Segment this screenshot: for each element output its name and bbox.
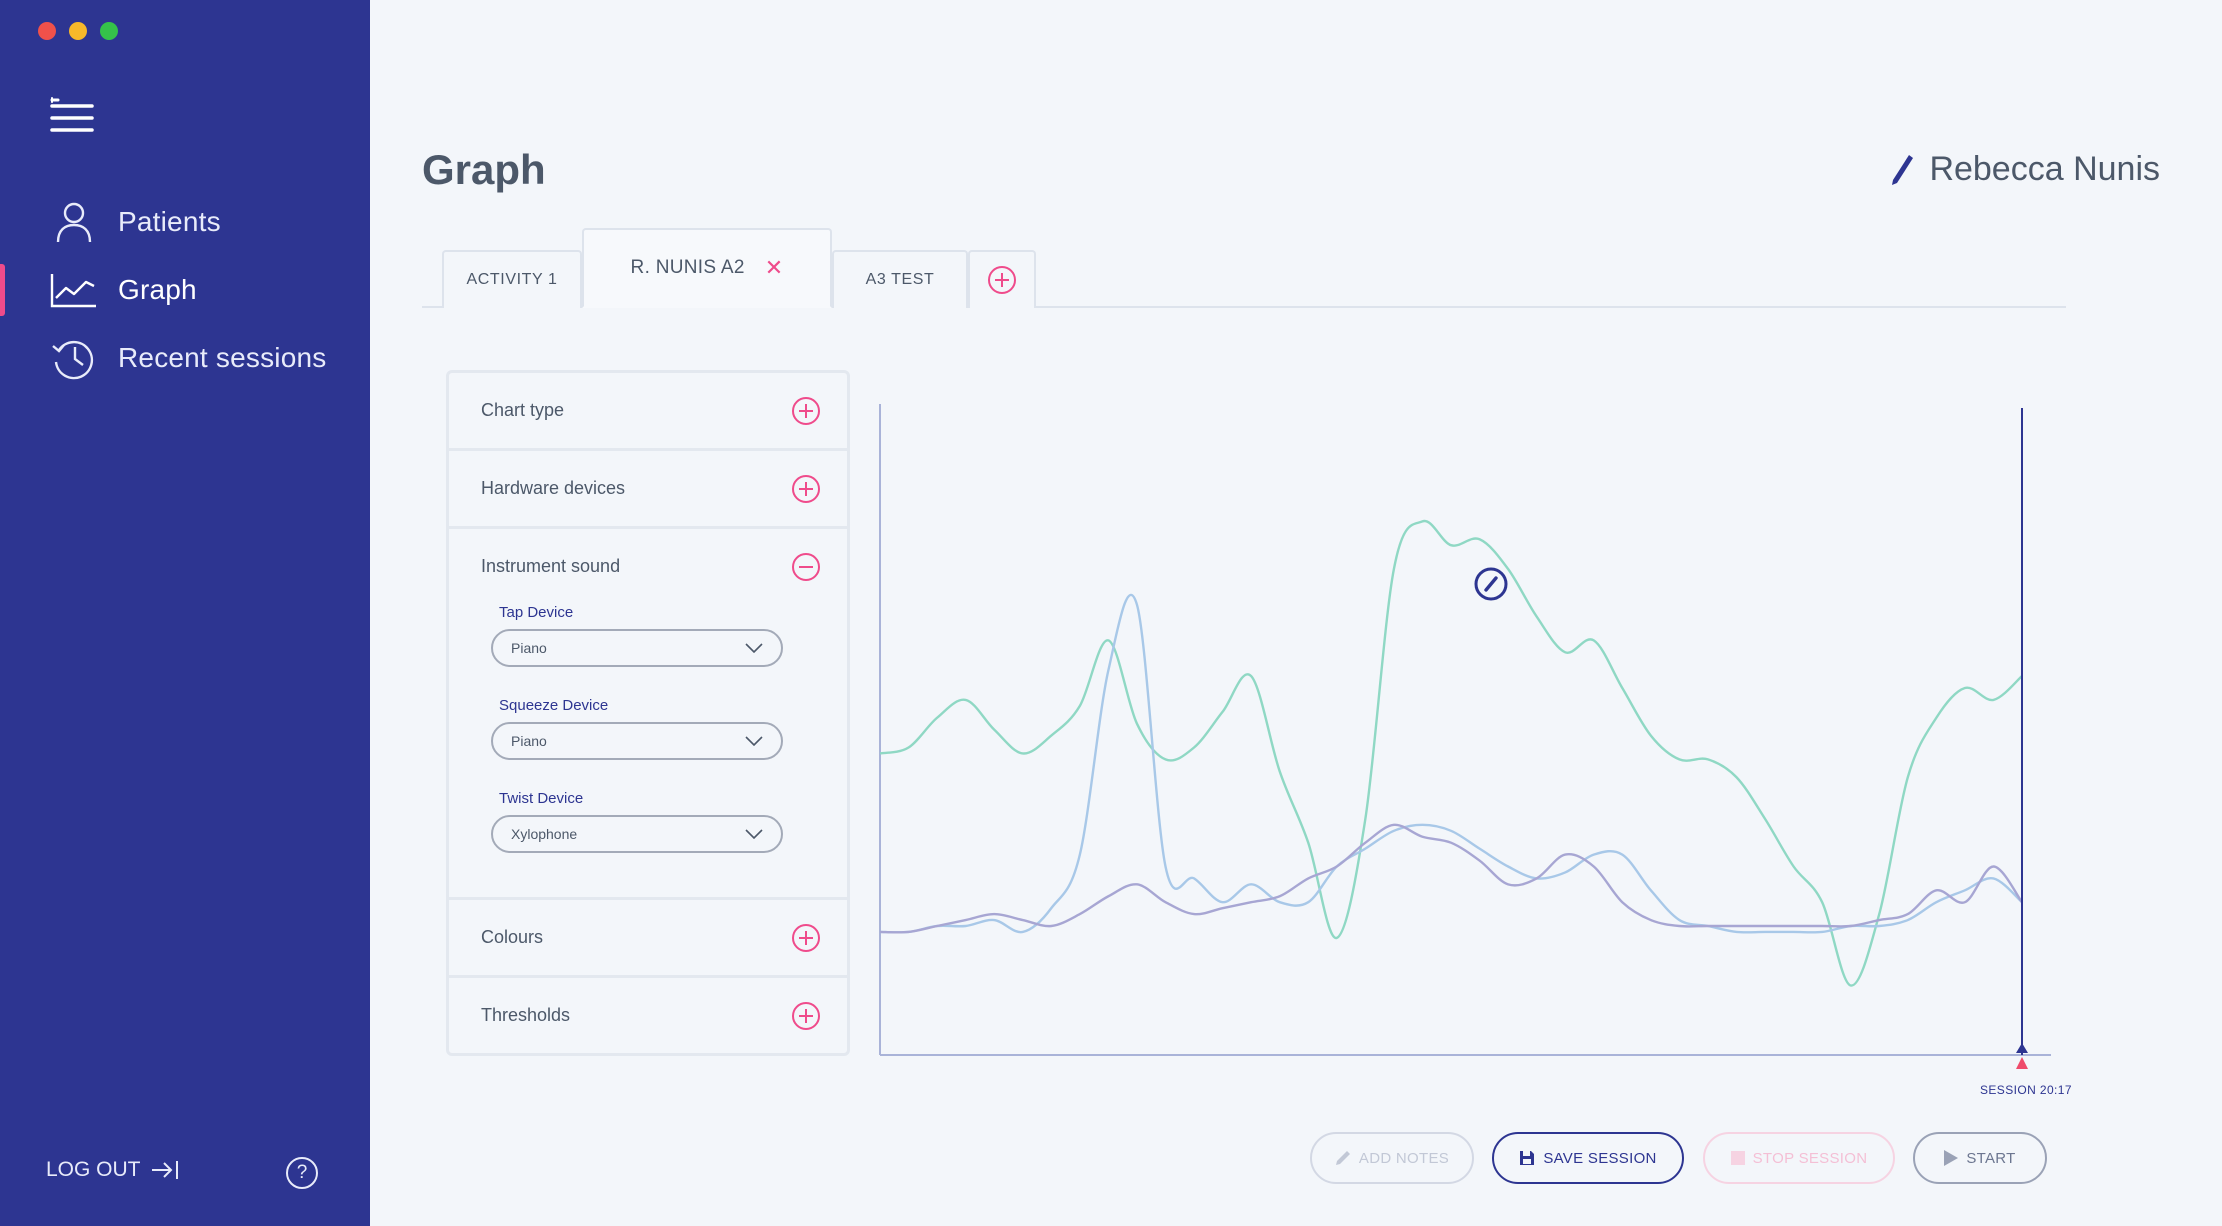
accordion-colours: Colours [449, 900, 847, 978]
accordion-instrument-sound: Instrument sound Tap Device Piano Squeez… [449, 529, 847, 900]
user-profile[interactable]: Rebecca Nunis [1889, 150, 2160, 189]
accordion-title: Colours [481, 927, 544, 947]
tab-label: ACTIVITY 1 [466, 271, 558, 288]
cursor-top-marker [2016, 1043, 2028, 1053]
series-line-3 [879, 823, 2023, 934]
twist-device-field: Twist Device Xylophone [449, 790, 847, 853]
person-icon [50, 200, 98, 244]
add-notes-button[interactable]: ADD NOTES [1310, 1132, 1474, 1184]
squeeze-device-field: Squeeze Device Piano [449, 697, 847, 760]
accordion-title: Hardware devices [481, 478, 626, 498]
stop-session-button[interactable]: STOP SESSION [1703, 1132, 1895, 1184]
tab-activity-1[interactable]: ACTIVITY 1 [442, 250, 582, 308]
play-icon [1944, 1150, 1959, 1166]
sidebar-item-graph[interactable]: Graph [0, 256, 370, 324]
twist-device-select[interactable]: Xylophone [491, 815, 783, 853]
tap-device-select[interactable]: Piano [491, 629, 783, 667]
button-label: ADD NOTES [1358, 1149, 1450, 1167]
tab-a3-test[interactable]: A3 TEST [832, 250, 968, 308]
button-label: SAVE SESSION [1543, 1149, 1657, 1167]
help-icon: ? [296, 1162, 308, 1183]
close-window-button[interactable] [38, 22, 56, 40]
menu-icon[interactable] [48, 96, 96, 138]
cursor-bottom-marker [2016, 1057, 2028, 1069]
accordion-title: Chart type [481, 400, 565, 420]
help-button[interactable]: ? [286, 1157, 318, 1189]
accordion-header[interactable]: Hardware devices [449, 451, 847, 526]
accordion-header[interactable]: Thresholds [449, 978, 847, 1053]
tab-label: A3 TEST [865, 271, 935, 288]
collapse-minus-icon[interactable] [791, 552, 821, 582]
page-title: Graph [422, 146, 546, 193]
session-time-label: SESSION 20:17 [1980, 1083, 2072, 1097]
tab-r-nunis-a2[interactable]: R. NUNIS A2 ✕ [582, 228, 832, 308]
field-label: Squeeze Device [499, 697, 609, 714]
expand-plus-icon[interactable] [791, 1001, 821, 1031]
select-value: Piano [511, 733, 547, 749]
chevron-down-icon [745, 643, 763, 653]
logout-icon [151, 1161, 178, 1179]
button-label: START [1966, 1149, 2016, 1167]
chevron-down-icon [745, 829, 763, 839]
button-label: STOP SESSION [1752, 1149, 1868, 1167]
pencil-icon [1892, 154, 1914, 185]
sidebar: Patients Graph Recent sessions LOG OUT ? [0, 0, 370, 1226]
sidebar-nav: Patients Graph Recent sessions [0, 188, 370, 392]
save-icon [1520, 1151, 1535, 1165]
expand-plus-icon[interactable] [791, 474, 821, 504]
tap-device-field: Tap Device Piano [449, 604, 847, 667]
accordion-header[interactable]: Chart type [449, 373, 847, 448]
accordion-header[interactable]: Colours [449, 900, 847, 975]
pencil-icon [1335, 1151, 1350, 1165]
sidebar-item-label: Graph [118, 274, 197, 305]
sidebar-item-recent-sessions[interactable]: Recent sessions [0, 324, 370, 392]
accordion-header[interactable]: Instrument sound [449, 529, 847, 604]
accordion-title: Instrument sound [481, 556, 621, 576]
stop-icon [1730, 1151, 1745, 1165]
close-tab-icon[interactable]: ✕ [765, 255, 784, 281]
logout-label: LOG OUT [46, 1158, 141, 1181]
sidebar-item-label: Recent sessions [118, 342, 327, 373]
tab-label: R. NUNIS A2 [630, 257, 745, 278]
history-icon [50, 336, 98, 380]
squeeze-device-select[interactable]: Piano [491, 722, 783, 760]
maximize-window-button[interactable] [100, 22, 118, 40]
accordion-body: Tap Device Piano Squeeze Device Piano Tw… [449, 604, 847, 897]
start-button[interactable]: START [1913, 1132, 2047, 1184]
accordion-thresholds: Thresholds [449, 978, 847, 1053]
user-name: Rebecca Nunis [1929, 150, 2160, 188]
field-label: Tap Device [499, 604, 574, 621]
save-session-button[interactable]: SAVE SESSION [1492, 1132, 1684, 1184]
field-label: Twist Device [499, 790, 584, 807]
tab-bar: ACTIVITY 1 R. NUNIS A2 ✕ A3 TEST [422, 228, 2066, 308]
window-controls [38, 22, 118, 40]
session-chart[interactable] [876, 400, 2056, 1100]
select-value: Piano [511, 640, 547, 656]
accordion-title: Thresholds [481, 1005, 571, 1025]
plus-circle-icon [988, 266, 1016, 294]
chart-icon [50, 268, 98, 312]
chevron-down-icon [745, 736, 763, 746]
add-tab-button[interactable] [968, 250, 1036, 308]
accordion-hardware-devices: Hardware devices [449, 451, 847, 529]
accordion-chart-type: Chart type [449, 373, 847, 451]
sidebar-item-label: Patients [118, 206, 221, 237]
expand-plus-icon[interactable] [791, 396, 821, 426]
sidebar-item-patients[interactable]: Patients [0, 188, 370, 256]
expand-plus-icon[interactable] [791, 923, 821, 953]
logout-button[interactable]: LOG OUT [46, 1158, 179, 1182]
series-line-1 [879, 519, 2023, 987]
select-value: Xylophone [511, 826, 578, 842]
settings-panel: Chart type Hardware devices Instrument s… [446, 370, 850, 1056]
series-line-2 [879, 594, 2023, 934]
minimize-window-button[interactable] [69, 22, 87, 40]
